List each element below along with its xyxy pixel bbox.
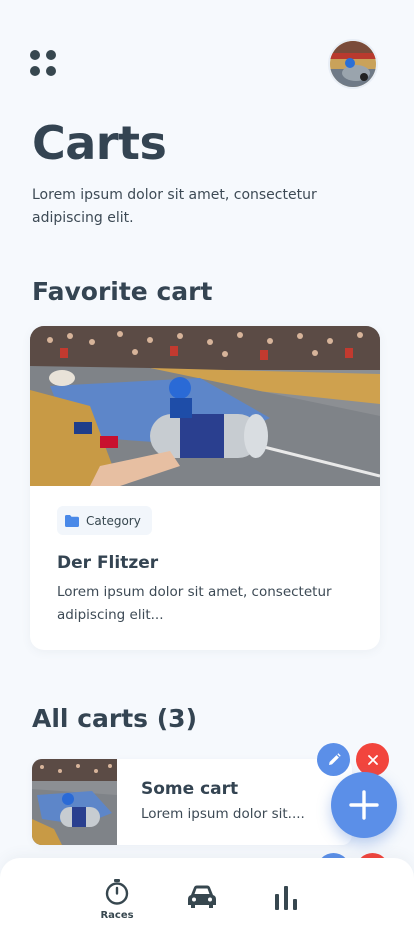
cart-list-item[interactable]: Some cart Lorem ipsum dolor sit.... <box>32 759 352 845</box>
bar-chart-icon <box>275 886 297 910</box>
category-chip[interactable]: Category <box>57 506 152 535</box>
nav-label-races: Races <box>100 910 134 921</box>
menu-dot <box>46 66 56 76</box>
all-carts-section-title: All carts (3) <box>32 704 197 733</box>
plus-icon <box>349 790 379 820</box>
user-avatar[interactable] <box>328 39 378 89</box>
delete-cart-button[interactable] <box>356 743 389 776</box>
menu-grid-button[interactable] <box>30 50 58 78</box>
category-label: Category <box>86 513 141 528</box>
favorite-cart-name: Der Flitzer <box>57 553 159 573</box>
page-description: Lorem ipsum dolor sit amet, consectetur … <box>32 187 317 226</box>
cart-description: Lorem ipsum dolor sit.... <box>141 806 305 822</box>
car-icon <box>188 885 216 908</box>
pencil-icon <box>328 752 341 765</box>
favorite-section-title: Favorite cart <box>32 277 213 306</box>
folder-icon <box>65 514 79 527</box>
menu-dot <box>46 50 56 60</box>
avatar-photo <box>330 41 376 87</box>
nav-item-stats[interactable] <box>256 858 316 931</box>
stopwatch-icon <box>105 879 129 905</box>
menu-dot <box>30 50 40 60</box>
favorite-cart-card[interactable]: Category Der Flitzer Lorem ipsum dolor s… <box>30 326 380 650</box>
cart-thumbnail <box>32 759 117 845</box>
nav-item-carts[interactable] <box>172 858 232 931</box>
add-cart-button[interactable] <box>331 772 397 838</box>
favorite-cart-image <box>30 326 380 486</box>
close-icon <box>367 754 378 765</box>
page-title: Carts <box>32 116 167 170</box>
bottom-navigation: Races <box>0 858 414 931</box>
menu-dot <box>30 66 40 76</box>
edit-cart-button[interactable] <box>317 743 350 776</box>
favorite-cart-description: Lorem ipsum dolor sit amet, consectetur … <box>57 584 332 623</box>
cart-name: Some cart <box>141 779 239 799</box>
nav-item-races[interactable]: Races <box>87 858 147 931</box>
